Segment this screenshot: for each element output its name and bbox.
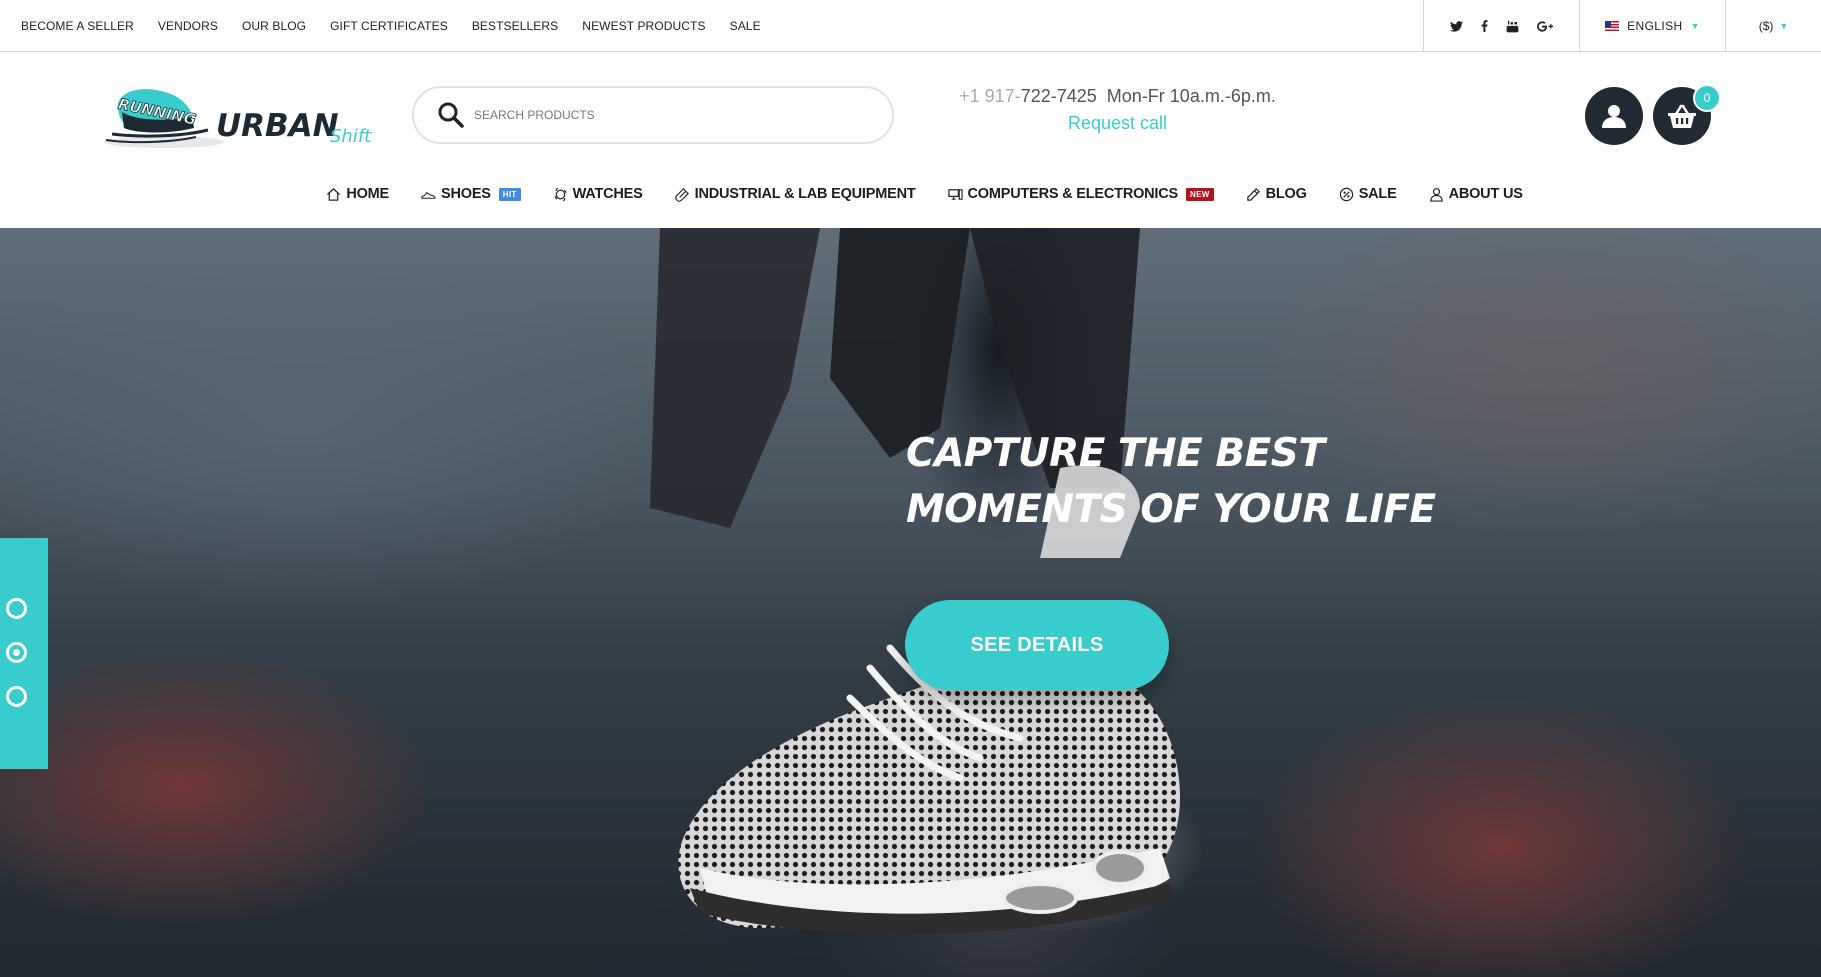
currency-selector[interactable]: ($) ▼ — [1725, 0, 1821, 52]
hero-slider: CAPTURE THE BEST MOMENTS OF YOUR LIFE SE… — [0, 228, 1821, 977]
pencil-icon — [1246, 187, 1260, 201]
basket-icon — [1668, 104, 1696, 128]
top-link-bestsellers[interactable]: BESTSELLERS — [472, 19, 558, 33]
account-button[interactable] — [1585, 87, 1643, 145]
search-icon[interactable] — [436, 100, 466, 130]
nav-label: ABOUT US — [1448, 186, 1523, 202]
phone-line: +1 917-722-7425 Mon-Fr 10a.m.-6p.m. — [930, 86, 1305, 107]
request-call-link[interactable]: Request call — [1068, 113, 1167, 134]
logo-sub-text: Shift — [330, 126, 372, 147]
phone-number: 722-7425 — [1020, 86, 1097, 106]
nav-item-computers-electronics[interactable]: COMPUTERS & ELECTRONICS NEW — [947, 186, 1214, 202]
nav-item-shoes[interactable]: SHOES HIT — [421, 186, 521, 202]
hero-headline-line2: MOMENTS OF YOUR LIFE — [906, 487, 1436, 532]
nav-label: COMPUTERS & ELECTRONICS — [967, 186, 1179, 202]
nav-label: HOME — [346, 186, 390, 202]
watch-icon — [553, 187, 567, 201]
nav-item-industrial-lab-equipment[interactable]: INDUSTRIAL & LAB EQUIPMENT — [674, 186, 916, 202]
nav-item-watches[interactable]: WATCHES — [553, 186, 643, 202]
top-link-newest-products[interactable]: NEWEST PRODUCTS — [582, 19, 705, 33]
computer-icon — [947, 188, 963, 200]
youtube-icon[interactable] — [1506, 20, 1519, 33]
top-link-our-blog[interactable]: OUR BLOG — [242, 19, 306, 33]
nav-item-home[interactable]: HOME — [326, 186, 389, 202]
nav-label: WATCHES — [572, 186, 643, 202]
top-link-sale[interactable]: SALE — [730, 19, 761, 33]
google-plus-icon[interactable] — [1537, 20, 1553, 32]
top-link-become-a-seller[interactable]: BECOME A SELLER — [21, 19, 134, 33]
slider-dot-1[interactable] — [6, 598, 27, 619]
see-details-button[interactable]: SEE DETAILS — [905, 600, 1169, 690]
slider-dot-3[interactable] — [6, 686, 27, 707]
sale-icon — [1339, 187, 1353, 201]
site-logo[interactable]: RUNNING URBAN Shift — [104, 84, 374, 154]
nav-item-about-us[interactable]: ABOUT US — [1429, 186, 1523, 202]
currency-label: ($) — [1758, 19, 1774, 33]
us-flag-icon — [1605, 21, 1620, 31]
nav-label: SHOES — [441, 186, 491, 202]
lab-icon — [674, 187, 689, 202]
user-icon — [1602, 105, 1626, 128]
contact-info: +1 917-722-7425 Mon-Fr 10a.m.-6p.m. Requ… — [930, 86, 1305, 134]
hero-headline-line1: CAPTURE THE BEST — [906, 431, 1325, 476]
nav-label: SALE — [1358, 186, 1397, 202]
language-label: ENGLISH — [1627, 19, 1683, 33]
nav-item-sale[interactable]: SALE — [1339, 186, 1397, 202]
shoe-icon — [421, 191, 436, 199]
cart-count-badge: 0 — [1693, 84, 1721, 112]
logo-brand-text: URBAN — [216, 108, 339, 144]
top-link-vendors[interactable]: VENDORS — [158, 19, 218, 33]
top-bar: BECOME A SELLER VENDORS OUR BLOG GIFT CE… — [0, 0, 1821, 52]
business-hours: Mon-Fr 10a.m.-6p.m. — [1106, 86, 1276, 106]
nav-label: INDUSTRIAL & LAB EQUIPMENT — [694, 186, 916, 202]
facebook-icon[interactable] — [1481, 20, 1488, 32]
hero-headline: CAPTURE THE BEST MOMENTS OF YOUR LIFE — [906, 426, 1436, 538]
slider-dot-2[interactable] — [6, 642, 27, 663]
language-selector[interactable]: ENGLISH ▼ — [1579, 0, 1725, 52]
chevron-down-icon: ▼ — [1779, 21, 1789, 31]
nav-item-blog[interactable]: BLOG — [1246, 186, 1307, 202]
top-link-gift-certificates[interactable]: GIFT CERTIFICATES — [330, 19, 448, 33]
user-outline-icon — [1429, 187, 1443, 202]
nav-label: BLOG — [1265, 186, 1307, 202]
home-icon — [327, 187, 341, 201]
phone-prefix: +1 917- — [959, 86, 1021, 106]
hit-badge: HIT — [498, 187, 521, 201]
search-input[interactable] — [474, 108, 854, 122]
search-box — [412, 86, 894, 144]
twitter-icon[interactable] — [1450, 20, 1463, 32]
top-right-controls: ENGLISH ▼ ($) ▼ — [1423, 0, 1821, 52]
slider-pagination — [0, 538, 48, 769]
social-links — [1423, 0, 1579, 52]
new-badge: NEW — [1186, 187, 1214, 201]
main-nav: HOME SHOES HIT WATCHES INDUSTRIAL & LAB … — [0, 170, 1821, 218]
chevron-down-icon: ▼ — [1690, 21, 1700, 31]
top-links: BECOME A SELLER VENDORS OUR BLOG GIFT CE… — [21, 0, 761, 52]
